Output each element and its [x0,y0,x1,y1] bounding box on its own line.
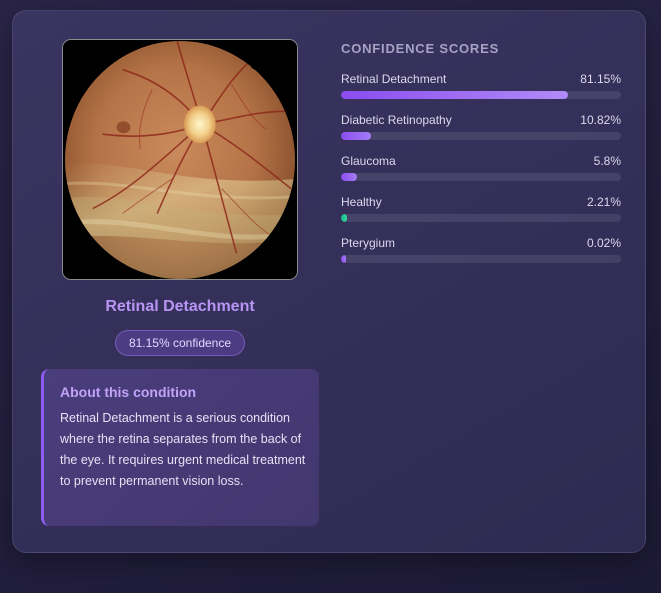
score-bar-fill [341,255,347,263]
diagnosis-title: Retinal Detachment [105,298,255,315]
score-row-glaucoma: Glaucoma 5.8% [341,154,621,195]
about-text: Retinal Detachment is a serious conditio… [60,411,306,488]
score-value: 5.8% [593,154,621,168]
score-bar-track [341,255,621,263]
score-bar-fill [341,91,569,99]
score-label: Retinal Detachment [341,72,447,86]
results-card: Retinal Detachment 81.15% confidence Abo… [12,10,646,553]
scores-heading: CONFIDENCE SCORES [341,41,500,56]
score-label: Pterygium [341,236,396,250]
confidence-badge: 81.15% confidence [115,330,245,356]
fundus-image [62,39,298,280]
score-bar-track [341,91,621,99]
score-value: 2.21% [586,195,621,209]
fundus-image-graphic [63,40,297,279]
about-condition-box: About this condition Retinal Detachment … [41,369,319,526]
score-row-healthy: Healthy 2.21% [341,195,621,236]
score-bar-fill [341,214,348,222]
score-label: Diabetic Retinopathy [341,113,452,127]
score-row-diabetic-retinopathy: Diabetic Retinopathy 10.82% [341,113,621,154]
score-row-retinal-detachment: Retinal Detachment 81.15% [341,72,621,113]
score-value: 0.02% [586,236,621,250]
score-bar-fill [341,173,358,181]
about-title: About this condition [60,384,197,400]
score-value: 10.82% [580,113,621,127]
score-bar-track [341,173,621,181]
score-label: Glaucoma [341,154,396,168]
score-value: 81.15% [580,72,621,86]
score-row-pterygium: Pterygium 0.02% [341,236,621,277]
confidence-scores-panel: CONFIDENCE SCORES Retinal Detachment 81.… [341,41,621,277]
score-label: Healthy [341,195,382,209]
score-bar-track [341,132,621,140]
score-bar-track [341,214,621,222]
score-bar-fill [341,132,372,140]
